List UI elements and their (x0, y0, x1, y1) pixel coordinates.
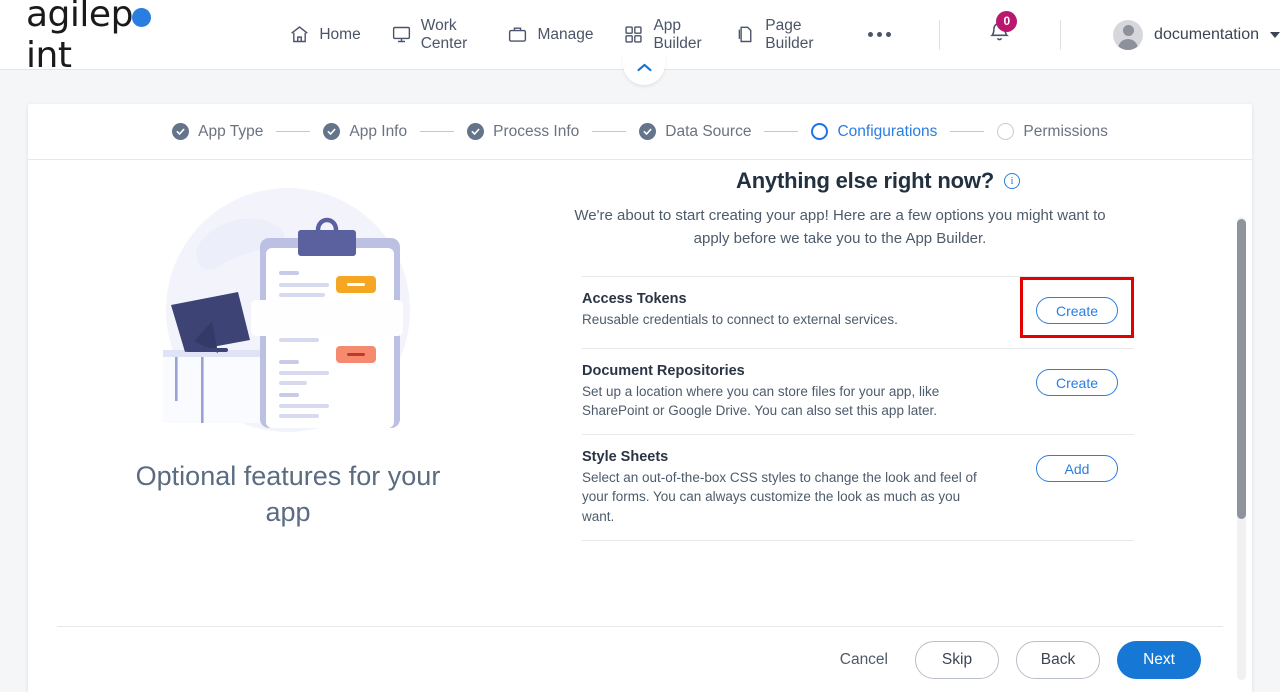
user-menu[interactable]: documentation (1113, 19, 1280, 50)
option-description: Reusable credentials to connect to exter… (582, 312, 898, 327)
pending-step-icon (997, 123, 1015, 140)
nav-item-home[interactable]: Home (289, 24, 361, 45)
nav-item-app-builder[interactable]: App Builder (623, 17, 705, 53)
check-icon (323, 123, 341, 140)
vertical-scrollbar-thumb[interactable] (1237, 219, 1246, 519)
optional-features-illustration (138, 170, 438, 450)
more-menu-button[interactable] (867, 32, 891, 37)
check-icon (467, 123, 485, 140)
create-access-token-button[interactable]: Create (1036, 297, 1118, 324)
dot-2-icon (876, 32, 882, 37)
chevron-down-icon (1270, 31, 1280, 38)
nav-item-manage[interactable]: Manage (507, 24, 593, 45)
dot-1-icon (867, 32, 873, 37)
collapse-header-button[interactable] (623, 55, 665, 85)
current-step-icon (811, 123, 829, 140)
nav-divider-2 (1060, 19, 1062, 50)
option-row-document-repositories: Document Repositories Set up a location … (582, 348, 1134, 434)
nav-item-page-builder[interactable]: Page Builder (735, 17, 823, 53)
add-style-sheet-button[interactable]: Add (1036, 455, 1118, 483)
step-permissions-label: Permissions (1023, 122, 1108, 140)
step-process-info[interactable]: Process Info (467, 123, 579, 141)
chevron-up-icon (636, 60, 653, 78)
step-app-info[interactable]: App Info (323, 123, 407, 141)
option-action-slot: Add (1020, 449, 1134, 483)
page-subtitle: We're about to start creating your app! … (574, 207, 1106, 247)
nav-item-home-label: Home (319, 25, 361, 43)
step-configurations[interactable]: Configurations (811, 123, 937, 141)
nav-divider-1 (938, 19, 940, 50)
options-list: Access Tokens Reusable credentials to co… (582, 276, 1134, 541)
step-configurations-label: Configurations (837, 122, 938, 140)
wizard-body: Optional features for your app Anything … (28, 160, 1252, 680)
wizard-footer: Cancel Skip Back Next (57, 626, 1223, 692)
nav-item-page-builder-label: Page Builder (765, 16, 814, 52)
nav-item-work-center[interactable]: Work Center (391, 17, 478, 53)
home-icon (289, 24, 310, 45)
option-name: Access Tokens (582, 291, 687, 307)
option-texts: Access Tokens Reusable credentials to co… (582, 291, 982, 329)
wizard-card: App Type App Info Process Info Data Sour… (28, 104, 1252, 692)
step-connector-2 (420, 131, 455, 132)
option-texts: Document Repositories Set up a location … (582, 363, 982, 420)
step-connector-5 (950, 131, 985, 132)
step-app-type-label: App Type (198, 122, 264, 140)
step-app-info-label: App Info (349, 122, 408, 140)
option-action-slot: Create (1020, 363, 1134, 396)
nav-item-work-center-label: Work Center (420, 16, 468, 52)
notifications-button[interactable]: 0 (987, 10, 1018, 50)
bell-icon (987, 22, 1012, 49)
back-button[interactable]: Back (1016, 640, 1100, 679)
step-permissions[interactable]: Permissions (997, 122, 1108, 141)
cancel-button[interactable]: Cancel (830, 645, 898, 675)
page-title: Anything else right now? (736, 168, 994, 193)
nav-item-manage-label: Manage (537, 25, 594, 43)
step-connector-1 (276, 131, 311, 132)
options-pane: Anything else right now? i We're about t… (548, 160, 1208, 626)
next-button[interactable]: Next (1117, 640, 1201, 679)
step-connector-3 (592, 131, 627, 132)
skip-button[interactable]: Skip (915, 640, 999, 679)
step-data-source[interactable]: Data Source (639, 123, 751, 141)
pages-icon (735, 24, 756, 45)
step-data-source-label: Data Source (665, 122, 752, 140)
notification-count-badge: 0 (996, 10, 1018, 32)
create-document-repository-button[interactable]: Create (1036, 369, 1118, 396)
option-action-slot: Create (1020, 277, 1134, 338)
nav-item-app-builder-label: App Builder (653, 16, 702, 52)
option-texts: Style Sheets Select an out-of-the-box CS… (582, 449, 982, 525)
logo-text: agilepint (26, 0, 181, 76)
username-label: documentation (1154, 25, 1260, 43)
briefcase-icon (507, 24, 528, 45)
logo-dot-icon (131, 7, 151, 27)
option-row-access-tokens: Access Tokens Reusable credentials to co… (582, 276, 1134, 348)
info-icon[interactable]: i (1003, 173, 1020, 189)
illustration-pane: Optional features for your app (28, 160, 548, 626)
step-app-type[interactable]: App Type (172, 123, 263, 141)
avatar (1113, 19, 1144, 50)
wizard-stepper: App Type App Info Process Info Data Sour… (28, 104, 1252, 160)
dot-3-icon (885, 32, 891, 37)
monitor-icon (391, 24, 412, 45)
option-name: Style Sheets (582, 449, 669, 466)
option-description: Select an out-of-the-box CSS styles to c… (582, 470, 977, 524)
agilepoint-logo[interactable]: agilepint (26, 0, 181, 76)
option-row-style-sheets: Style Sheets Select an out-of-the-box CS… (582, 434, 1134, 541)
step-connector-4 (764, 131, 799, 132)
page-title-row: Anything else right now? i (548, 168, 1208, 194)
illustration-caption: Optional features for your app (135, 461, 441, 528)
option-description: Set up a location where you can store fi… (582, 384, 940, 419)
grid-icon (623, 24, 644, 45)
step-process-info-label: Process Info (493, 122, 580, 140)
option-name: Document Repositories (582, 363, 745, 379)
vertical-scrollbar-track[interactable] (1237, 217, 1246, 680)
main-nav-items: Home Work Center Manage App Builder Page (289, 10, 1280, 53)
check-icon (172, 123, 190, 140)
check-icon (639, 123, 657, 140)
